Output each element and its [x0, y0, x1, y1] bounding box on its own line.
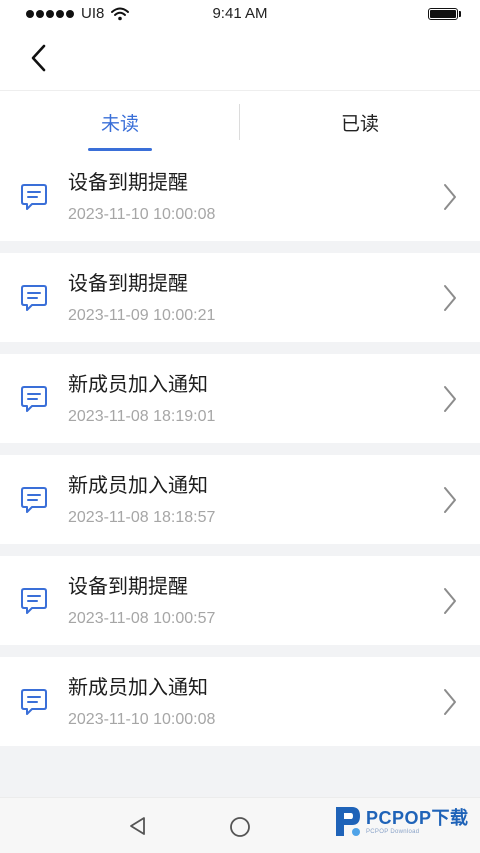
system-home-button[interactable] — [229, 816, 251, 838]
chevron-right-icon — [444, 184, 456, 210]
system-back-button[interactable] — [126, 814, 150, 838]
chevron-right-icon — [444, 588, 456, 614]
status-time: 9:41 AM — [212, 5, 268, 22]
message-time: 2023-11-10 10:00:08 — [68, 206, 216, 223]
list-item[interactable]: 设备到期提醒 2023-11-10 10:00:08 — [0, 152, 480, 241]
message-title: 设备到期提醒 — [68, 271, 188, 295]
message-icon — [21, 689, 47, 715]
list-item[interactable]: 设备到期提醒 2023-11-09 10:00:21 — [0, 253, 480, 342]
message-title: 设备到期提醒 — [68, 574, 188, 598]
tab-unread[interactable]: 未读 — [0, 91, 240, 153]
pcpop-logo-icon — [336, 807, 360, 836]
status-bar: UI8 9:41 AM — [0, 0, 480, 30]
chevron-left-icon — [31, 44, 46, 72]
list-item[interactable]: 设备到期提醒 2023-11-08 10:00:57 — [0, 556, 480, 645]
tab-bar: 未读 已读 — [0, 90, 480, 152]
message-icon — [21, 386, 47, 412]
battery-icon — [428, 8, 458, 20]
list-item[interactable]: 新成员加入通知 2023-11-10 10:00:08 — [0, 657, 480, 746]
message-icon — [21, 184, 47, 210]
message-time: 2023-11-08 18:19:01 — [68, 408, 216, 425]
chevron-right-icon — [444, 285, 456, 311]
chevron-right-icon — [444, 487, 456, 513]
watermark-logo: PCPOP下载 PCPOP Download — [332, 805, 469, 839]
active-tab-indicator — [88, 148, 152, 151]
message-time: 2023-11-09 10:00:21 — [68, 307, 216, 324]
message-title: 新成员加入通知 — [68, 473, 208, 497]
message-title: 新成员加入通知 — [68, 372, 208, 396]
nav-bar — [0, 30, 480, 90]
message-icon — [21, 487, 47, 513]
back-button[interactable] — [20, 40, 56, 76]
chevron-right-icon — [444, 689, 456, 715]
chevron-right-icon — [444, 386, 456, 412]
list-item[interactable]: 新成员加入通知 2023-11-08 18:18:57 — [0, 455, 480, 544]
message-title: 设备到期提醒 — [68, 170, 188, 194]
message-title: 新成员加入通知 — [68, 675, 208, 699]
message-icon — [21, 285, 47, 311]
tab-read[interactable]: 已读 — [240, 91, 480, 153]
message-time: 2023-11-10 10:00:08 — [68, 711, 216, 728]
system-nav-bar: PCPOP下载 PCPOP Download — [0, 797, 480, 853]
watermark-subtext: PCPOP Download — [366, 829, 420, 835]
message-time: 2023-11-08 10:00:57 — [68, 610, 216, 627]
message-time: 2023-11-08 18:18:57 — [68, 509, 216, 526]
list-item[interactable]: 新成员加入通知 2023-11-08 18:19:01 — [0, 354, 480, 443]
watermark-text: PCPOP下载 — [366, 808, 469, 828]
message-icon — [21, 588, 47, 614]
battery-cap — [459, 11, 461, 17]
message-list: 设备到期提醒 2023-11-10 10:00:08 设备到期提醒 2023-1… — [0, 152, 480, 758]
